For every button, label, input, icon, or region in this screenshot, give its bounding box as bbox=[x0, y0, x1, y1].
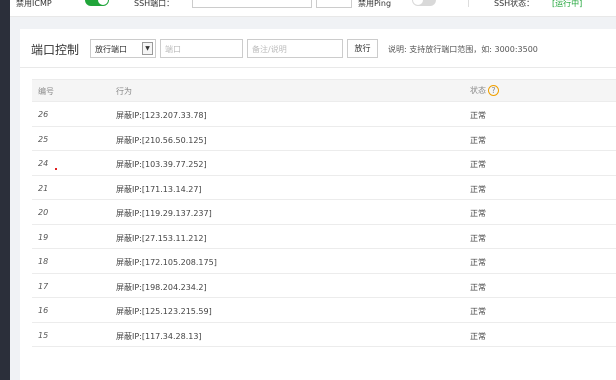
row-action: 屏蔽IP:[27.153.11.212] bbox=[116, 233, 207, 243]
row-status: 正常 bbox=[470, 184, 486, 194]
icmp-toggle[interactable] bbox=[85, 0, 109, 6]
row-action: 屏蔽IP:[123.207.33.78] bbox=[116, 111, 207, 120]
rules-table: 编号 行为 状态? 26 屏蔽IP:[123.207.33.78] 正常 25 … bbox=[32, 79, 616, 347]
row-status: 正常 bbox=[470, 233, 486, 243]
ssh-port-input[interactable] bbox=[192, 0, 312, 8]
note-input[interactable]: 备注/说明 bbox=[247, 39, 343, 58]
row-status: 正常 bbox=[470, 135, 486, 145]
row-id: 17 bbox=[38, 281, 49, 291]
rule-type-value: 放行端口 bbox=[95, 45, 127, 54]
row-action: 屏蔽IP:[125.123.215.59] bbox=[116, 307, 212, 316]
chevron-down-icon[interactable]: ▼ bbox=[142, 42, 153, 55]
row-action: 屏蔽IP:[198.204.234.2] bbox=[116, 282, 207, 292]
row-status: 正常 bbox=[470, 258, 486, 267]
row-id: 25 bbox=[38, 134, 49, 144]
ssh-port-label: SSH端口： bbox=[134, 0, 175, 8]
row-id: 24 bbox=[38, 159, 49, 168]
rule-type-select[interactable]: 放行端口 ▼ bbox=[90, 39, 156, 58]
ssh-status-label: SSH状态： bbox=[494, 0, 535, 8]
table-row: 20 屏蔽IP:[119.29.137.237] 正常 bbox=[32, 200, 616, 225]
cursor-marker bbox=[55, 168, 57, 170]
ssh-status-value: [运行中] bbox=[552, 0, 583, 8]
ssh-port-save-button[interactable] bbox=[316, 0, 352, 8]
table-row: 18 屏蔽IP:[172.105.208.175] 正常 bbox=[32, 249, 616, 274]
port-input[interactable]: 端口 bbox=[160, 39, 243, 58]
table-row: 16 屏蔽IP:[125.123.215.59] 正常 bbox=[32, 298, 616, 323]
top-settings-bar: 禁用ICMP SSH端口： 禁用Ping SSH状态： [运行中] bbox=[10, 0, 616, 17]
divider bbox=[468, 0, 469, 7]
row-action: 屏蔽IP:[171.13.14.27] bbox=[116, 184, 202, 194]
header-status-label: 状态 bbox=[470, 86, 486, 95]
row-action: 屏蔽IP:[172.105.208.175] bbox=[116, 258, 217, 267]
ping-label: 禁用Ping bbox=[358, 0, 392, 8]
row-status: 正常 bbox=[470, 111, 486, 120]
help-hint: 说明: 支持放行端口范围，如: 3000:3500 bbox=[388, 45, 538, 54]
row-id: 18 bbox=[38, 257, 49, 266]
help-icon[interactable]: ? bbox=[488, 85, 499, 96]
ping-toggle[interactable] bbox=[412, 0, 436, 6]
table-row: 24 屏蔽IP:[103.39.77.252] 正常 bbox=[32, 151, 616, 176]
row-status: 正常 bbox=[470, 160, 486, 169]
panel-header: 端口控制 放行端口 ▼ 端口 备注/说明 放行 说明: 支持放行端口范围，如: … bbox=[20, 29, 616, 68]
allow-port-button[interactable]: 放行 bbox=[347, 39, 378, 58]
table-header: 编号 行为 状态? bbox=[32, 79, 616, 102]
row-id: 15 bbox=[38, 330, 49, 340]
table-row: 26 屏蔽IP:[123.207.33.78] 正常 bbox=[32, 102, 616, 127]
header-action: 行为 bbox=[116, 87, 132, 96]
header-status: 状态? bbox=[470, 85, 499, 96]
table-row: 15 屏蔽IP:[117.34.28.13] 正常 bbox=[32, 323, 616, 347]
panel-title: 端口控制 bbox=[31, 43, 80, 57]
header-id: 编号 bbox=[38, 87, 54, 96]
row-action: 屏蔽IP:[103.39.77.252] bbox=[116, 160, 207, 169]
row-action: 屏蔽IP:[119.29.137.237] bbox=[116, 209, 212, 218]
row-action: 屏蔽IP:[210.56.50.125] bbox=[116, 135, 207, 145]
row-id: 21 bbox=[38, 183, 49, 193]
row-status: 正常 bbox=[470, 307, 486, 316]
row-id: 20 bbox=[38, 208, 49, 217]
table-row: 17 屏蔽IP:[198.204.234.2] 正常 bbox=[32, 274, 616, 298]
row-id: 16 bbox=[38, 306, 49, 315]
sidebar-strip bbox=[0, 0, 10, 380]
table-row: 19 屏蔽IP:[27.153.11.212] 正常 bbox=[32, 225, 616, 249]
icmp-label: 禁用ICMP bbox=[16, 0, 52, 8]
table-row: 25 屏蔽IP:[210.56.50.125] 正常 bbox=[32, 127, 616, 151]
row-status: 正常 bbox=[470, 209, 486, 218]
row-status: 正常 bbox=[470, 331, 486, 341]
row-id: 19 bbox=[38, 232, 49, 242]
port-control-panel: 端口控制 放行端口 ▼ 端口 备注/说明 放行 说明: 支持放行端口范围，如: … bbox=[20, 29, 616, 380]
row-id: 26 bbox=[38, 110, 49, 119]
row-status: 正常 bbox=[470, 282, 486, 292]
row-action: 屏蔽IP:[117.34.28.13] bbox=[116, 331, 202, 341]
table-row: 21 屏蔽IP:[171.13.14.27] 正常 bbox=[32, 176, 616, 200]
